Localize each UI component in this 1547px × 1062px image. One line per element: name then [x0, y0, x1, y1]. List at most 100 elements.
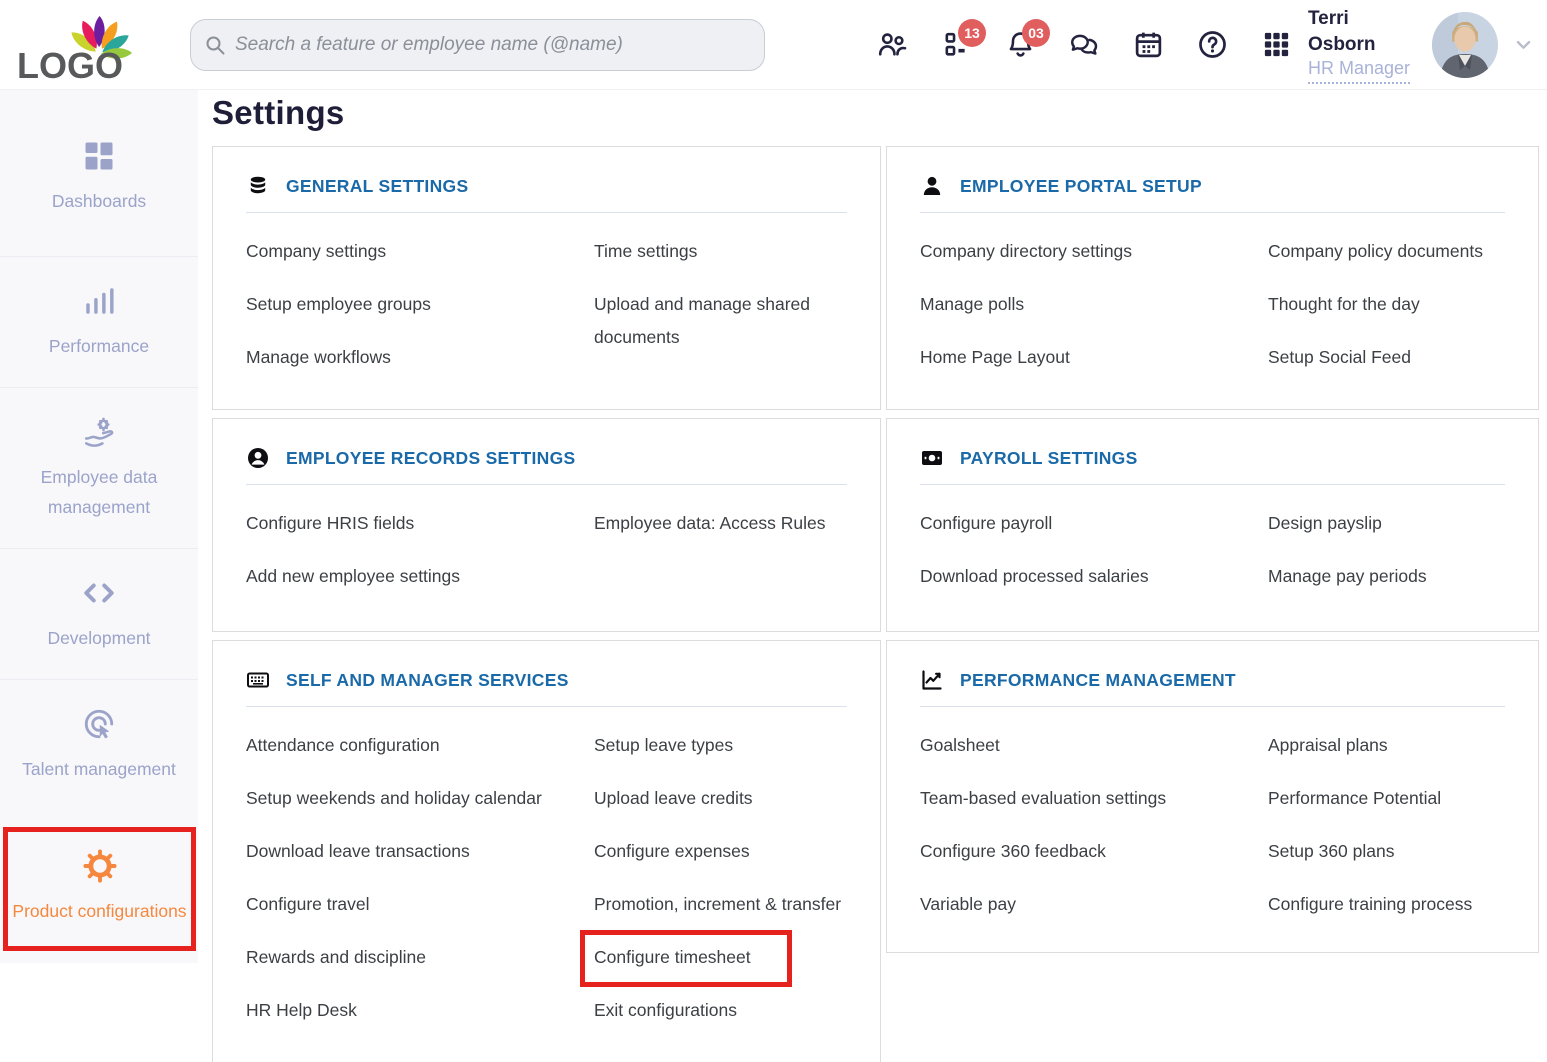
- card-column-left: Configure HRIS fields Add new employee se…: [246, 507, 594, 613]
- chat-icon[interactable]: [1069, 29, 1100, 60]
- settings-link-team-based-evaluation-settings[interactable]: Team-based evaluation settings: [920, 782, 1166, 815]
- settings-link-thought-for-the-day[interactable]: Thought for the day: [1268, 288, 1420, 321]
- sidebar-item-talent-management[interactable]: Talent management: [0, 679, 198, 810]
- development-icon: [81, 575, 117, 611]
- settings-link-performance-potential[interactable]: Performance Potential: [1268, 782, 1441, 815]
- settings-link-configure-expenses[interactable]: Configure expenses: [594, 835, 750, 868]
- card-column-right: Setup leave types Upload leave credits Con…: [594, 729, 847, 1047]
- dashboard-icon: [81, 138, 117, 174]
- settings-link-configure-training-process[interactable]: Configure training process: [1268, 888, 1472, 921]
- bell-icon[interactable]: 03: [1005, 29, 1036, 60]
- card-column-right: Company policy documents Thought for the …: [1268, 235, 1505, 394]
- sidebar: DashboardsPerformance Employee data manag…: [0, 90, 198, 963]
- card-column-left: Company settings Setup employee groups Man…: [246, 235, 594, 394]
- card-column-left: Configure payroll Download processed sala…: [920, 507, 1268, 613]
- sidebar-item-label: Product configurations: [12, 901, 186, 921]
- user-menu[interactable]: Terri Osborn HR Manager: [1308, 6, 1547, 84]
- settings-link-configure-360-feedback[interactable]: Configure 360 feedback: [920, 835, 1106, 868]
- settings-link-add-new-employee-settings[interactable]: Add new employee settings: [246, 560, 460, 593]
- settings-link-time-settings[interactable]: Time settings: [594, 235, 697, 268]
- settings-link-setup-weekends-and-holiday-calendar[interactable]: Setup weekends and holiday calendar: [246, 782, 542, 815]
- topbar: LOGO 13 03 Terri Osborn HR Manager: [0, 0, 1547, 90]
- logo-text: LOGO: [17, 45, 123, 84]
- settings-link-download-processed-salaries[interactable]: Download processed salaries: [920, 560, 1149, 593]
- settings-link-download-leave-transactions[interactable]: Download leave transactions: [246, 835, 470, 868]
- settings-link-company-directory-settings[interactable]: Company directory settings: [920, 235, 1132, 268]
- card-performance-management: PERFORMANCE MANAGEMENTGoalsheetTeam-base…: [886, 640, 1539, 953]
- app-logo[interactable]: LOGO: [0, 0, 180, 89]
- settings-cards: GENERAL SETTINGSCompany settingsSetup em…: [212, 146, 1547, 1062]
- sidebar-item-development[interactable]: Development: [0, 548, 198, 679]
- settings-link-setup-social-feed[interactable]: Setup Social Feed: [1268, 341, 1411, 374]
- search-input[interactable]: [190, 19, 765, 71]
- settings-link-employee-data-access-rules[interactable]: Employee data: Access Rules: [594, 507, 826, 540]
- card-header: EMPLOYEE RECORDS SETTINGS: [246, 419, 847, 470]
- card-column-right: Design payslip Manage pay periods: [1268, 507, 1505, 613]
- help-icon[interactable]: [1197, 29, 1228, 60]
- search-bar: [190, 19, 765, 71]
- sidebar-item-product-configurations[interactable]: Product configurations: [3, 827, 196, 951]
- card-general-settings: GENERAL SETTINGSCompany settingsSetup em…: [212, 146, 881, 410]
- settings-link-promotion-increment-transfer[interactable]: Promotion, increment & transfer: [594, 888, 841, 921]
- banknote-icon: [920, 446, 944, 470]
- settings-link-goalsheet[interactable]: Goalsheet: [920, 729, 1000, 762]
- tasks-icon[interactable]: 13: [941, 29, 972, 60]
- card-employee-portal-setup: EMPLOYEE PORTAL SETUP Company directory s…: [886, 146, 1539, 410]
- settings-link-company-settings[interactable]: Company settings: [246, 235, 386, 268]
- settings-link-upload-leave-credits[interactable]: Upload leave credits: [594, 782, 753, 815]
- sidebar-item-label: Employee data management: [41, 467, 158, 517]
- logo-leaves-icon: LOGO: [15, 0, 165, 89]
- avatar[interactable]: [1432, 12, 1498, 78]
- card-header: SELF AND MANAGER SERVICES: [246, 641, 847, 692]
- settings-link-configure-payroll[interactable]: Configure payroll: [920, 507, 1052, 540]
- people-icon[interactable]: [877, 29, 908, 60]
- settings-link-exit-configurations[interactable]: Exit configurations: [594, 994, 737, 1027]
- settings-link-configure-hris-fields[interactable]: Configure HRIS fields: [246, 507, 414, 540]
- sidebar-item-dashboards[interactable]: Dashboards: [0, 90, 198, 256]
- user-role[interactable]: HR Manager: [1308, 58, 1410, 84]
- card-title: EMPLOYEE RECORDS SETTINGS: [286, 448, 575, 469]
- page-title: Settings: [212, 93, 1547, 133]
- card-column-right: Employee data: Access Rules: [594, 507, 847, 613]
- sidebar-item-label: Development: [47, 628, 150, 648]
- apps-grid-icon[interactable]: [1261, 29, 1292, 60]
- talent-icon: [81, 706, 117, 742]
- settings-link-rewards-and-discipline[interactable]: Rewards and discipline: [246, 941, 426, 974]
- settings-link-manage-pay-periods[interactable]: Manage pay periods: [1268, 560, 1427, 593]
- person-icon: [920, 174, 944, 198]
- topbar-icons: 13 03: [877, 29, 1292, 60]
- card-header: PAYROLL SETTINGS: [920, 419, 1505, 470]
- sidebar-item-performance[interactable]: Performance: [0, 256, 198, 387]
- line-chart-icon: [920, 668, 944, 692]
- settings-link-appraisal-plans[interactable]: Appraisal plans: [1268, 729, 1388, 762]
- settings-link-setup-leave-types[interactable]: Setup leave types: [594, 729, 733, 762]
- settings-link-hr-help-desk[interactable]: HR Help Desk: [246, 994, 357, 1027]
- chevron-down-icon[interactable]: [1514, 35, 1533, 55]
- notification-badge: 03: [1022, 19, 1050, 47]
- person-circle-icon: [246, 446, 270, 470]
- settings-link-attendance-configuration[interactable]: Attendance configuration: [246, 729, 440, 762]
- settings-link-configure-travel[interactable]: Configure travel: [246, 888, 370, 921]
- settings-link-company-policy-documents[interactable]: Company policy documents: [1268, 235, 1483, 268]
- settings-link-configure-timesheet[interactable]: Configure timesheet: [580, 930, 792, 987]
- database-icon: [246, 174, 270, 198]
- app: LOGO 13 03 Terri Osborn HR Manager: [0, 0, 1547, 1062]
- settings-link-variable-pay[interactable]: Variable pay: [920, 888, 1016, 921]
- card-title: EMPLOYEE PORTAL SETUP: [960, 176, 1202, 197]
- main-content: Settings GENERAL SETTINGSCompany setting…: [198, 90, 1547, 1062]
- card-title: PAYROLL SETTINGS: [960, 448, 1138, 469]
- gear-icon: [82, 848, 118, 884]
- settings-link-manage-workflows[interactable]: Manage workflows: [246, 341, 391, 374]
- keyboard-icon: [246, 668, 270, 692]
- card-column-left: Attendance configuration Setup weekends a…: [246, 729, 594, 1047]
- settings-link-design-payslip[interactable]: Design payslip: [1268, 507, 1382, 540]
- settings-link-upload-and-manage-shared-documents[interactable]: Upload and manage shared documents: [594, 288, 847, 354]
- calendar-icon[interactable]: [1133, 29, 1164, 60]
- settings-link-setup-employee-groups[interactable]: Setup employee groups: [246, 288, 431, 321]
- card-employee-records-settings: EMPLOYEE RECORDS SETTINGS Configure HRIS …: [212, 418, 881, 632]
- settings-link-setup-360-plans[interactable]: Setup 360 plans: [1268, 835, 1395, 868]
- settings-link-home-page-layout[interactable]: Home Page Layout: [920, 341, 1070, 374]
- card-column-right: Appraisal plans Performance Potential Setu…: [1268, 729, 1505, 941]
- sidebar-item-employee-data-management[interactable]: Employee data management: [0, 387, 198, 548]
- settings-link-manage-polls[interactable]: Manage polls: [920, 288, 1024, 321]
